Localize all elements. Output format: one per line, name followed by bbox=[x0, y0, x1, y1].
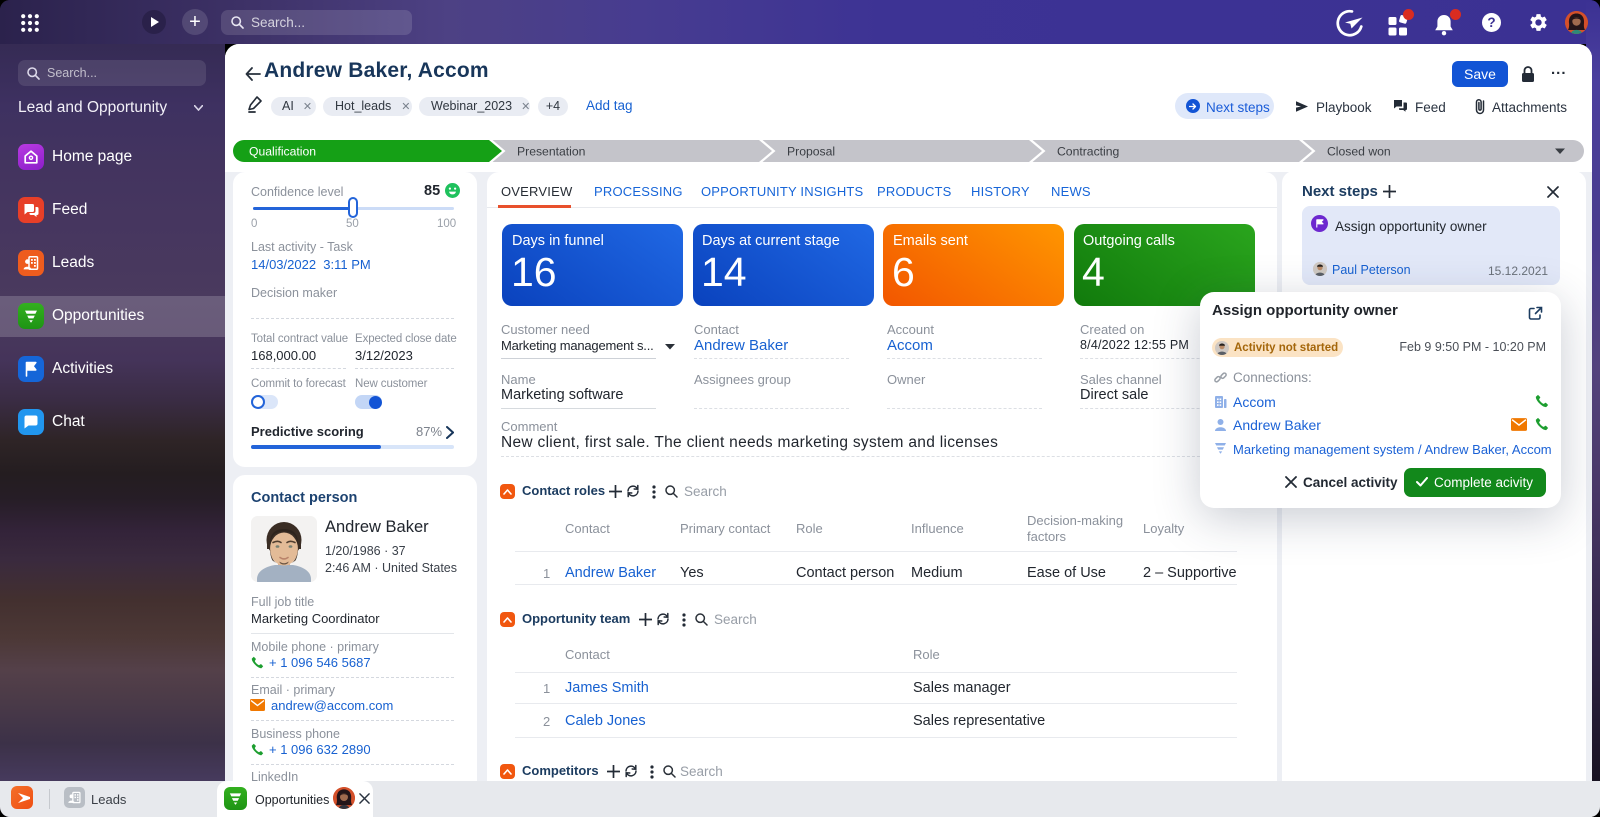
svg-text:Presentation: Presentation bbox=[517, 145, 585, 159]
svg-text:Proposal: Proposal bbox=[787, 145, 835, 159]
svg-text:Contracting: Contracting bbox=[1057, 145, 1119, 159]
svg-text:Qualification: Qualification bbox=[249, 145, 316, 159]
svg-text:Closed won: Closed won bbox=[1327, 145, 1391, 159]
